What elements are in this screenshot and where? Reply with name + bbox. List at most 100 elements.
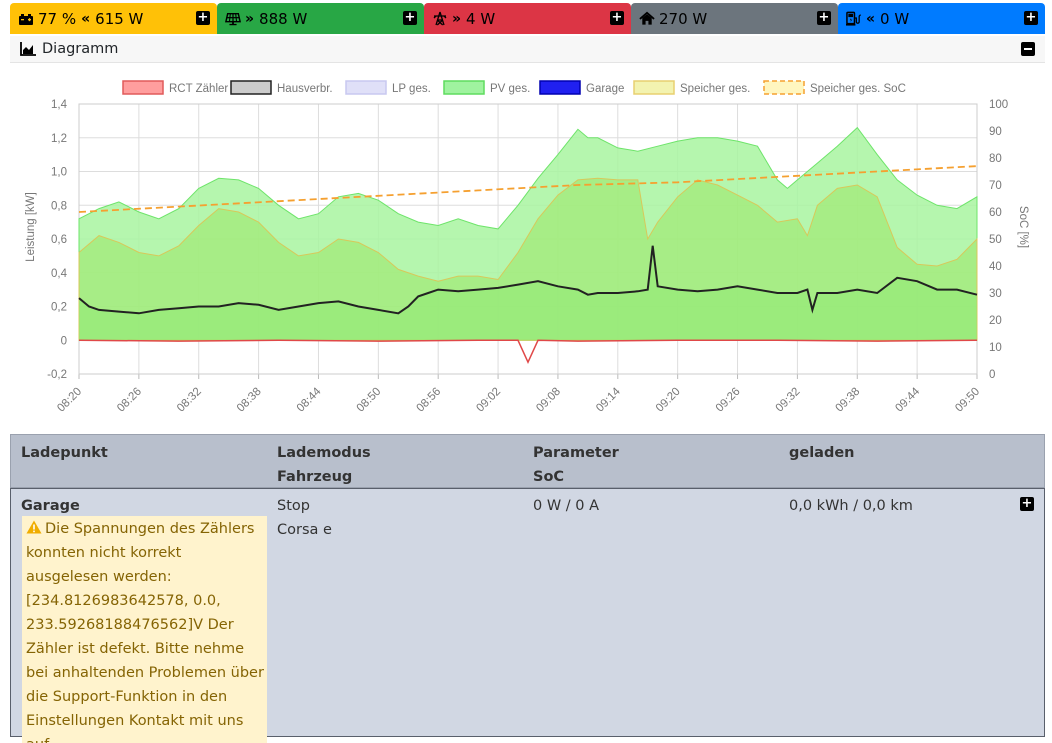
minus-square-icon[interactable]	[1021, 42, 1035, 56]
x-tick-label: 09:44	[893, 385, 922, 414]
chart-svg: 1,41,21,00,80,60,40,20-0,210090807060504…	[25, 80, 1029, 415]
expand-chargepoint-icon[interactable]: +	[1024, 11, 1038, 25]
house-tile[interactable]: 270 W +	[631, 3, 838, 34]
legend-label: RCT Zähler	[169, 83, 228, 95]
x-tick-label: 09:20	[654, 386, 683, 415]
x-tick-label: 08:20	[55, 386, 84, 415]
y-right-tick-label: 30	[989, 288, 1002, 300]
col-lademodus-fahrzeug: Lademodus Fahrzeug	[277, 441, 371, 489]
meter-warning-text: Die Spannungen des Zählers konnten nicht…	[26, 521, 264, 743]
legend-label: LP ges.	[392, 83, 431, 95]
legend-label: Speicher ges.	[680, 83, 750, 95]
col-fahrzeug: Fahrzeug	[277, 469, 353, 485]
x-tick-label: 09:02	[474, 386, 503, 415]
chargepoint-power: 0 W	[880, 9, 910, 28]
battery-power: 615 W	[95, 9, 144, 28]
chargepoint-tile[interactable]: « 0 W +	[838, 3, 1045, 34]
diagram-header[interactable]: Diagramm	[10, 36, 1045, 63]
y-right-tick-label: 40	[989, 261, 1002, 273]
charged-energy: 0,0 kWh / 0,0 km	[789, 498, 913, 514]
meter-warning: Die Spannungen des Zählers konnten nicht…	[22, 516, 267, 743]
y-right-tick-label: 70	[989, 180, 1002, 192]
x-tick-label: 08:50	[355, 386, 384, 415]
charging-station-icon	[846, 11, 862, 27]
legend-label: Speicher ges. SoC	[810, 83, 906, 95]
y-tick-label: 0,8	[51, 200, 67, 212]
battery-soc: 77 %	[38, 9, 77, 28]
expand-grid-icon[interactable]: +	[610, 11, 624, 25]
y-tick-label: 0,4	[51, 268, 68, 280]
x-tick-label: 09:14	[594, 385, 623, 414]
chargepoint-arrow: «	[866, 10, 876, 27]
rct-line	[78, 339, 978, 365]
x-tick-label: 08:32	[175, 386, 204, 415]
y-tick-label: 1,0	[51, 167, 67, 179]
grid-arrow: »	[452, 10, 462, 27]
x-tick-label: 09:26	[714, 386, 743, 415]
legend-swatch	[443, 80, 485, 95]
expand-chargepoint-row-icon[interactable]: +	[1020, 497, 1034, 511]
warning-icon	[26, 520, 42, 534]
pv-power: 888 W	[259, 9, 308, 28]
y-right-tick-label: 80	[989, 153, 1002, 165]
y-right-tick-label: 100	[989, 99, 1008, 111]
legend-label: PV ges.	[490, 83, 530, 95]
chargepoint-mode-vehicle: Stop Corsa e	[277, 494, 332, 542]
col-parameter: Parameter	[533, 445, 619, 461]
col-ladepunkt: Ladepunkt	[21, 445, 108, 461]
status-bar: 77 % « 615 W + » 888 W + » 4 W + 270 W +…	[10, 3, 1045, 34]
car-battery-icon	[18, 11, 34, 27]
pv-tile[interactable]: » 888 W +	[217, 3, 424, 34]
diagram-title: Diagramm	[42, 41, 119, 57]
charge-mode[interactable]: Stop	[277, 494, 332, 518]
vehicle-name: Corsa e	[277, 522, 332, 538]
col-geladen: geladen	[789, 445, 855, 461]
y-tick-label: 0,2	[51, 302, 67, 314]
area-chart-icon	[20, 42, 36, 56]
power-chart: 1,4 1,2 1,0 0,8 0,6 0,4 0,2 0 -0,2 100 90 80 70 60 50 4…	[10, 64, 1045, 432]
expand-battery-icon[interactable]: +	[196, 11, 210, 25]
y-tick-label: 1,2	[51, 133, 67, 145]
power-tower-icon	[432, 11, 448, 27]
y-right-axis-title: SoC [%]	[1017, 206, 1029, 248]
grid-tile[interactable]: » 4 W +	[424, 3, 631, 34]
chargepoint-row[interactable]: Garage Stop Corsa e 0 W / 0 A 0,0 kWh / …	[10, 488, 1045, 743]
y-right-tick-label: 90	[989, 126, 1002, 138]
home-icon	[639, 11, 655, 27]
expand-house-icon[interactable]: +	[817, 11, 831, 25]
y-tick-label: 1,4	[51, 99, 68, 111]
y-right-tick-label: 0	[989, 369, 995, 381]
legend-swatch	[633, 80, 675, 95]
house-power: 270 W	[659, 9, 708, 28]
legend-label: Hausverbr.	[277, 83, 333, 95]
battery-tile[interactable]: 77 % « 615 W +	[10, 3, 217, 34]
expand-pv-icon[interactable]: +	[403, 11, 417, 25]
y-tick-label: 0,6	[51, 234, 67, 246]
legend-swatch	[763, 80, 805, 95]
x-tick-label: 09:38	[834, 386, 863, 415]
solar-panel-icon	[225, 11, 241, 27]
y-axis-title: Leistung [kW]	[25, 192, 37, 262]
legend-swatch	[230, 80, 272, 95]
legend-swatch	[345, 80, 387, 95]
grid-power: 4 W	[466, 9, 496, 28]
x-tick-label: 09:50	[953, 386, 982, 415]
col-parameter-soc: Parameter SoC	[533, 441, 619, 489]
x-tick-label: 08:38	[235, 386, 264, 415]
y-right-tick-label: 10	[989, 342, 1002, 354]
y-right-tick-label: 20	[989, 315, 1002, 327]
col-soc: SoC	[533, 469, 565, 485]
x-tick-label: 09:32	[774, 386, 803, 415]
legend-swatch	[122, 80, 164, 95]
legend-label: Garage	[586, 83, 624, 95]
x-tick-label: 08:56	[414, 386, 443, 415]
col-lademodus: Lademodus	[277, 445, 371, 461]
y-tick-label: 0	[61, 335, 67, 347]
x-tick-label: 08:44	[295, 385, 324, 414]
x-tick-label: 09:08	[534, 386, 563, 415]
x-tick-label: 08:26	[115, 386, 144, 415]
y-right-tick-label: 60	[989, 207, 1002, 219]
charge-parameter: 0 W / 0 A	[533, 498, 600, 514]
y-tick-label: -0,2	[47, 369, 67, 381]
y-right-tick-label: 50	[989, 234, 1002, 246]
